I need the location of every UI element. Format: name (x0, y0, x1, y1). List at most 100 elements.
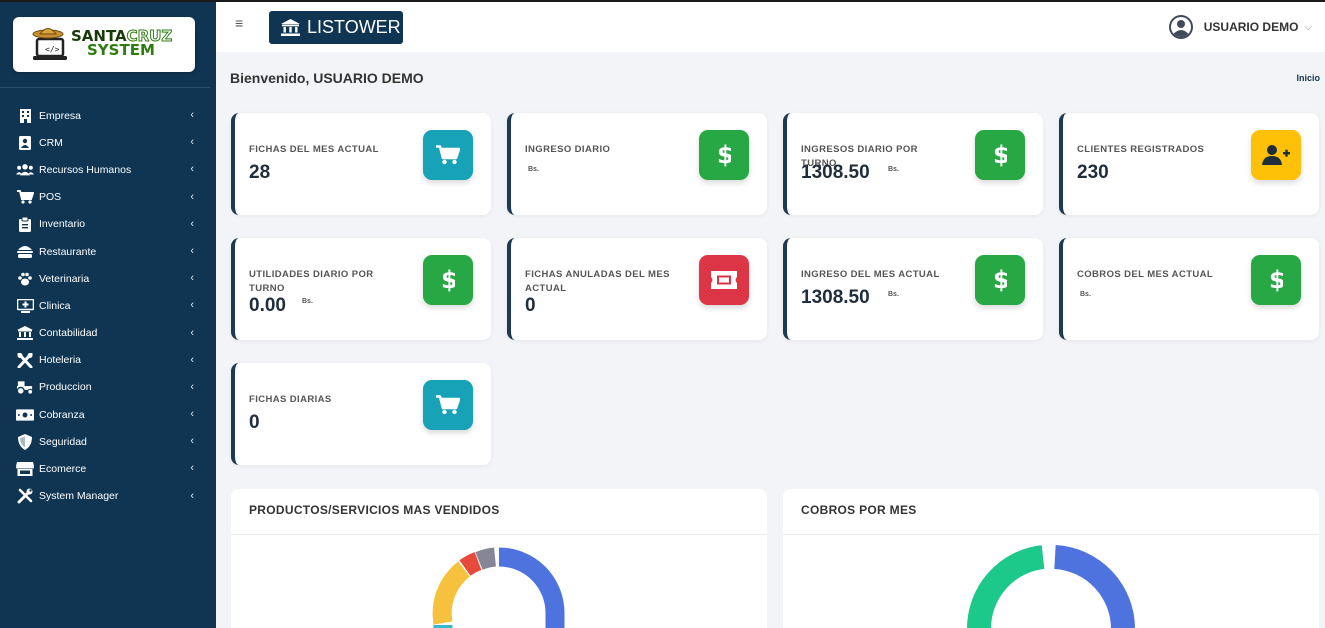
card-title: FICHAS DIARIAS (249, 394, 332, 405)
contact-card-icon (16, 135, 34, 151)
logo[interactable]: </> SANTACRUZ SYSTEM (13, 17, 195, 72)
card-unit: Bs. (888, 291, 899, 298)
stat-card-utilidades[interactable]: UTILIDADES DIARIO POR TURNO 0.00 Bs. $ (231, 238, 491, 340)
cart-icon (16, 189, 34, 205)
breadcrumb[interactable]: Inicio (1296, 73, 1320, 83)
laptop-hat-logo-icon: </> (32, 28, 67, 60)
stat-card-clientes[interactable]: CLIENTES REGISTRADOS 230 (1059, 113, 1319, 215)
stat-card-ingresos-turno[interactable]: INGRESOS DIARIO POR TURNO 1308.50 Bs. $ (783, 113, 1043, 215)
bank-icon (281, 19, 300, 36)
logo-text: SANTACRUZ SYSTEM (71, 27, 173, 59)
sidebar: </> SANTACRUZ SYSTEM Empresa ‹ CRM ‹ Rec… (0, 0, 216, 628)
svg-text:$: $ (1269, 267, 1283, 293)
brand-label: LISTOWER (307, 17, 401, 37)
sidebar-item-inventario[interactable]: Inventario ‹ (0, 211, 216, 238)
store-icon (16, 461, 34, 477)
chevron-left-icon: ‹ (190, 244, 194, 257)
burger-icon (16, 244, 34, 260)
page-title: Bienvenido, USUARIO DEMO (230, 70, 424, 86)
chevron-left-icon: ‹ (190, 299, 194, 312)
cart-icon (423, 130, 473, 180)
user-plus-icon (1251, 130, 1301, 180)
card-unit: Bs. (528, 166, 539, 173)
chevron-left-icon: ‹ (190, 380, 194, 393)
hamburger-menu-icon[interactable]: ≡ (235, 15, 243, 31)
chevron-left-icon: ‹ (190, 462, 194, 475)
card-title: INGRESO DIARIO (525, 144, 611, 155)
bank-icon (16, 325, 34, 341)
products-donut-chart (432, 547, 565, 628)
card-title: INGRESO DEL MES ACTUAL (801, 269, 940, 280)
svg-text:</>: </> (45, 45, 60, 54)
card-value: 1308.50 (801, 287, 870, 308)
sidebar-item-label: CRM (39, 136, 63, 149)
sidebar-nav: Empresa ‹ CRM ‹ Recursos Humanos ‹ POS ‹… (0, 102, 216, 510)
chevron-left-icon: ‹ (190, 109, 194, 121)
dollar-icon: $ (699, 130, 749, 180)
card-unit: Bs. (1080, 291, 1091, 298)
card-value: 28 (249, 162, 271, 183)
sidebar-item-ecomerce[interactable]: Ecomerce ‹ (0, 455, 216, 482)
user-menu[interactable]: USUARIO DEMO ⌵ (1168, 14, 1312, 40)
sidebar-item-label: Restaurante (39, 245, 97, 258)
chevron-left-icon: ‹ (190, 217, 194, 230)
cart-icon (423, 380, 473, 430)
brand-button[interactable]: LISTOWER (269, 11, 403, 44)
card-title: FICHAS ANULADAS DEL MES ACTUAL (525, 269, 670, 294)
sidebar-item-clinica[interactable]: Clinica ‹ (0, 292, 216, 319)
stat-card-fichas-mes[interactable]: FICHAS DEL MES ACTUAL 28 (231, 113, 491, 215)
stat-card-fichas-anuladas[interactable]: FICHAS ANULADAS DEL MES ACTUAL 0 (507, 238, 767, 340)
cobros-donut-chart (967, 545, 1135, 628)
dollar-icon: $ (1251, 255, 1301, 305)
svg-text:$: $ (441, 267, 455, 293)
sidebar-item-contabilidad[interactable]: Contabilidad ‹ (0, 320, 216, 347)
dollar-icon: $ (975, 255, 1025, 305)
chevron-left-icon: ‹ (190, 353, 194, 366)
sidebar-item-label: POS (39, 191, 62, 204)
sidebar-item-label: Produccion (39, 381, 92, 394)
cobros-chart-panel: COBROS POR MES (783, 489, 1319, 628)
card-title: FICHAS DEL MES ACTUAL (249, 144, 379, 155)
sidebar-item-recursos-humanos[interactable]: Recursos Humanos ‹ (0, 156, 216, 183)
chevron-left-icon: ‹ (190, 190, 194, 203)
users-icon (16, 162, 34, 178)
sidebar-item-label: Empresa (39, 109, 82, 122)
card-value: 0 (525, 295, 536, 316)
chevron-left-icon: ‹ (190, 136, 194, 149)
sidebar-item-empresa[interactable]: Empresa ‹ (0, 102, 216, 129)
svg-text:$: $ (993, 267, 1007, 293)
money-bill-icon (16, 407, 34, 423)
sidebar-item-system-manager[interactable]: System Manager ‹ (0, 483, 216, 510)
stat-card-ingreso-mes[interactable]: INGRESO DEL MES ACTUAL 1308.50 Bs. $ (783, 238, 1043, 340)
card-value: 230 (1077, 162, 1109, 183)
stat-card-cobros-mes[interactable]: COBROS DEL MES ACTUAL Bs. $ (1059, 238, 1319, 340)
svg-text:$: $ (717, 142, 731, 168)
card-title: CLIENTES REGISTRADOS (1077, 144, 1205, 155)
tools-icon (16, 488, 34, 504)
card-value: 0.00 (249, 295, 286, 316)
sidebar-item-cobranza[interactable]: Cobranza ‹ (0, 401, 216, 428)
sidebar-item-label: Clinica (39, 299, 71, 312)
tractor-icon (16, 379, 34, 395)
paw-icon (16, 271, 34, 287)
sidebar-item-crm[interactable]: CRM ‹ (0, 129, 216, 156)
card-unit: Bs. (888, 166, 899, 173)
sidebar-item-pos[interactable]: POS ‹ (0, 184, 216, 211)
stat-card-ingreso-diario[interactable]: INGRESO DIARIO Bs. $ (507, 113, 767, 215)
ticket-icon (699, 255, 749, 305)
sidebar-item-label: Cobranza (39, 408, 85, 421)
sidebar-item-label: Ecomerce (39, 463, 87, 476)
sidebar-item-seguridad[interactable]: Seguridad ‹ (0, 428, 216, 455)
sidebar-item-hoteleria[interactable]: Hoteleria ‹ (0, 347, 216, 374)
user-name: USUARIO DEMO (1203, 20, 1299, 34)
sidebar-item-produccion[interactable]: Produccion ‹ (0, 374, 216, 401)
svg-text:$: $ (993, 142, 1007, 168)
sidebar-divider (0, 87, 210, 88)
sidebar-item-label: Recursos Humanos (39, 163, 132, 176)
building-icon (16, 108, 34, 124)
topbar: ≡ LISTOWER USUARIO DEMO ⌵ (216, 0, 1325, 52)
sidebar-item-restaurante[interactable]: Restaurante ‹ (0, 238, 216, 265)
sidebar-item-veterinaria[interactable]: Veterinaria ‹ (0, 265, 216, 292)
stat-card-fichas-diarias[interactable]: FICHAS DIARIAS 0 (231, 363, 491, 465)
chevron-left-icon: ‹ (190, 272, 194, 285)
